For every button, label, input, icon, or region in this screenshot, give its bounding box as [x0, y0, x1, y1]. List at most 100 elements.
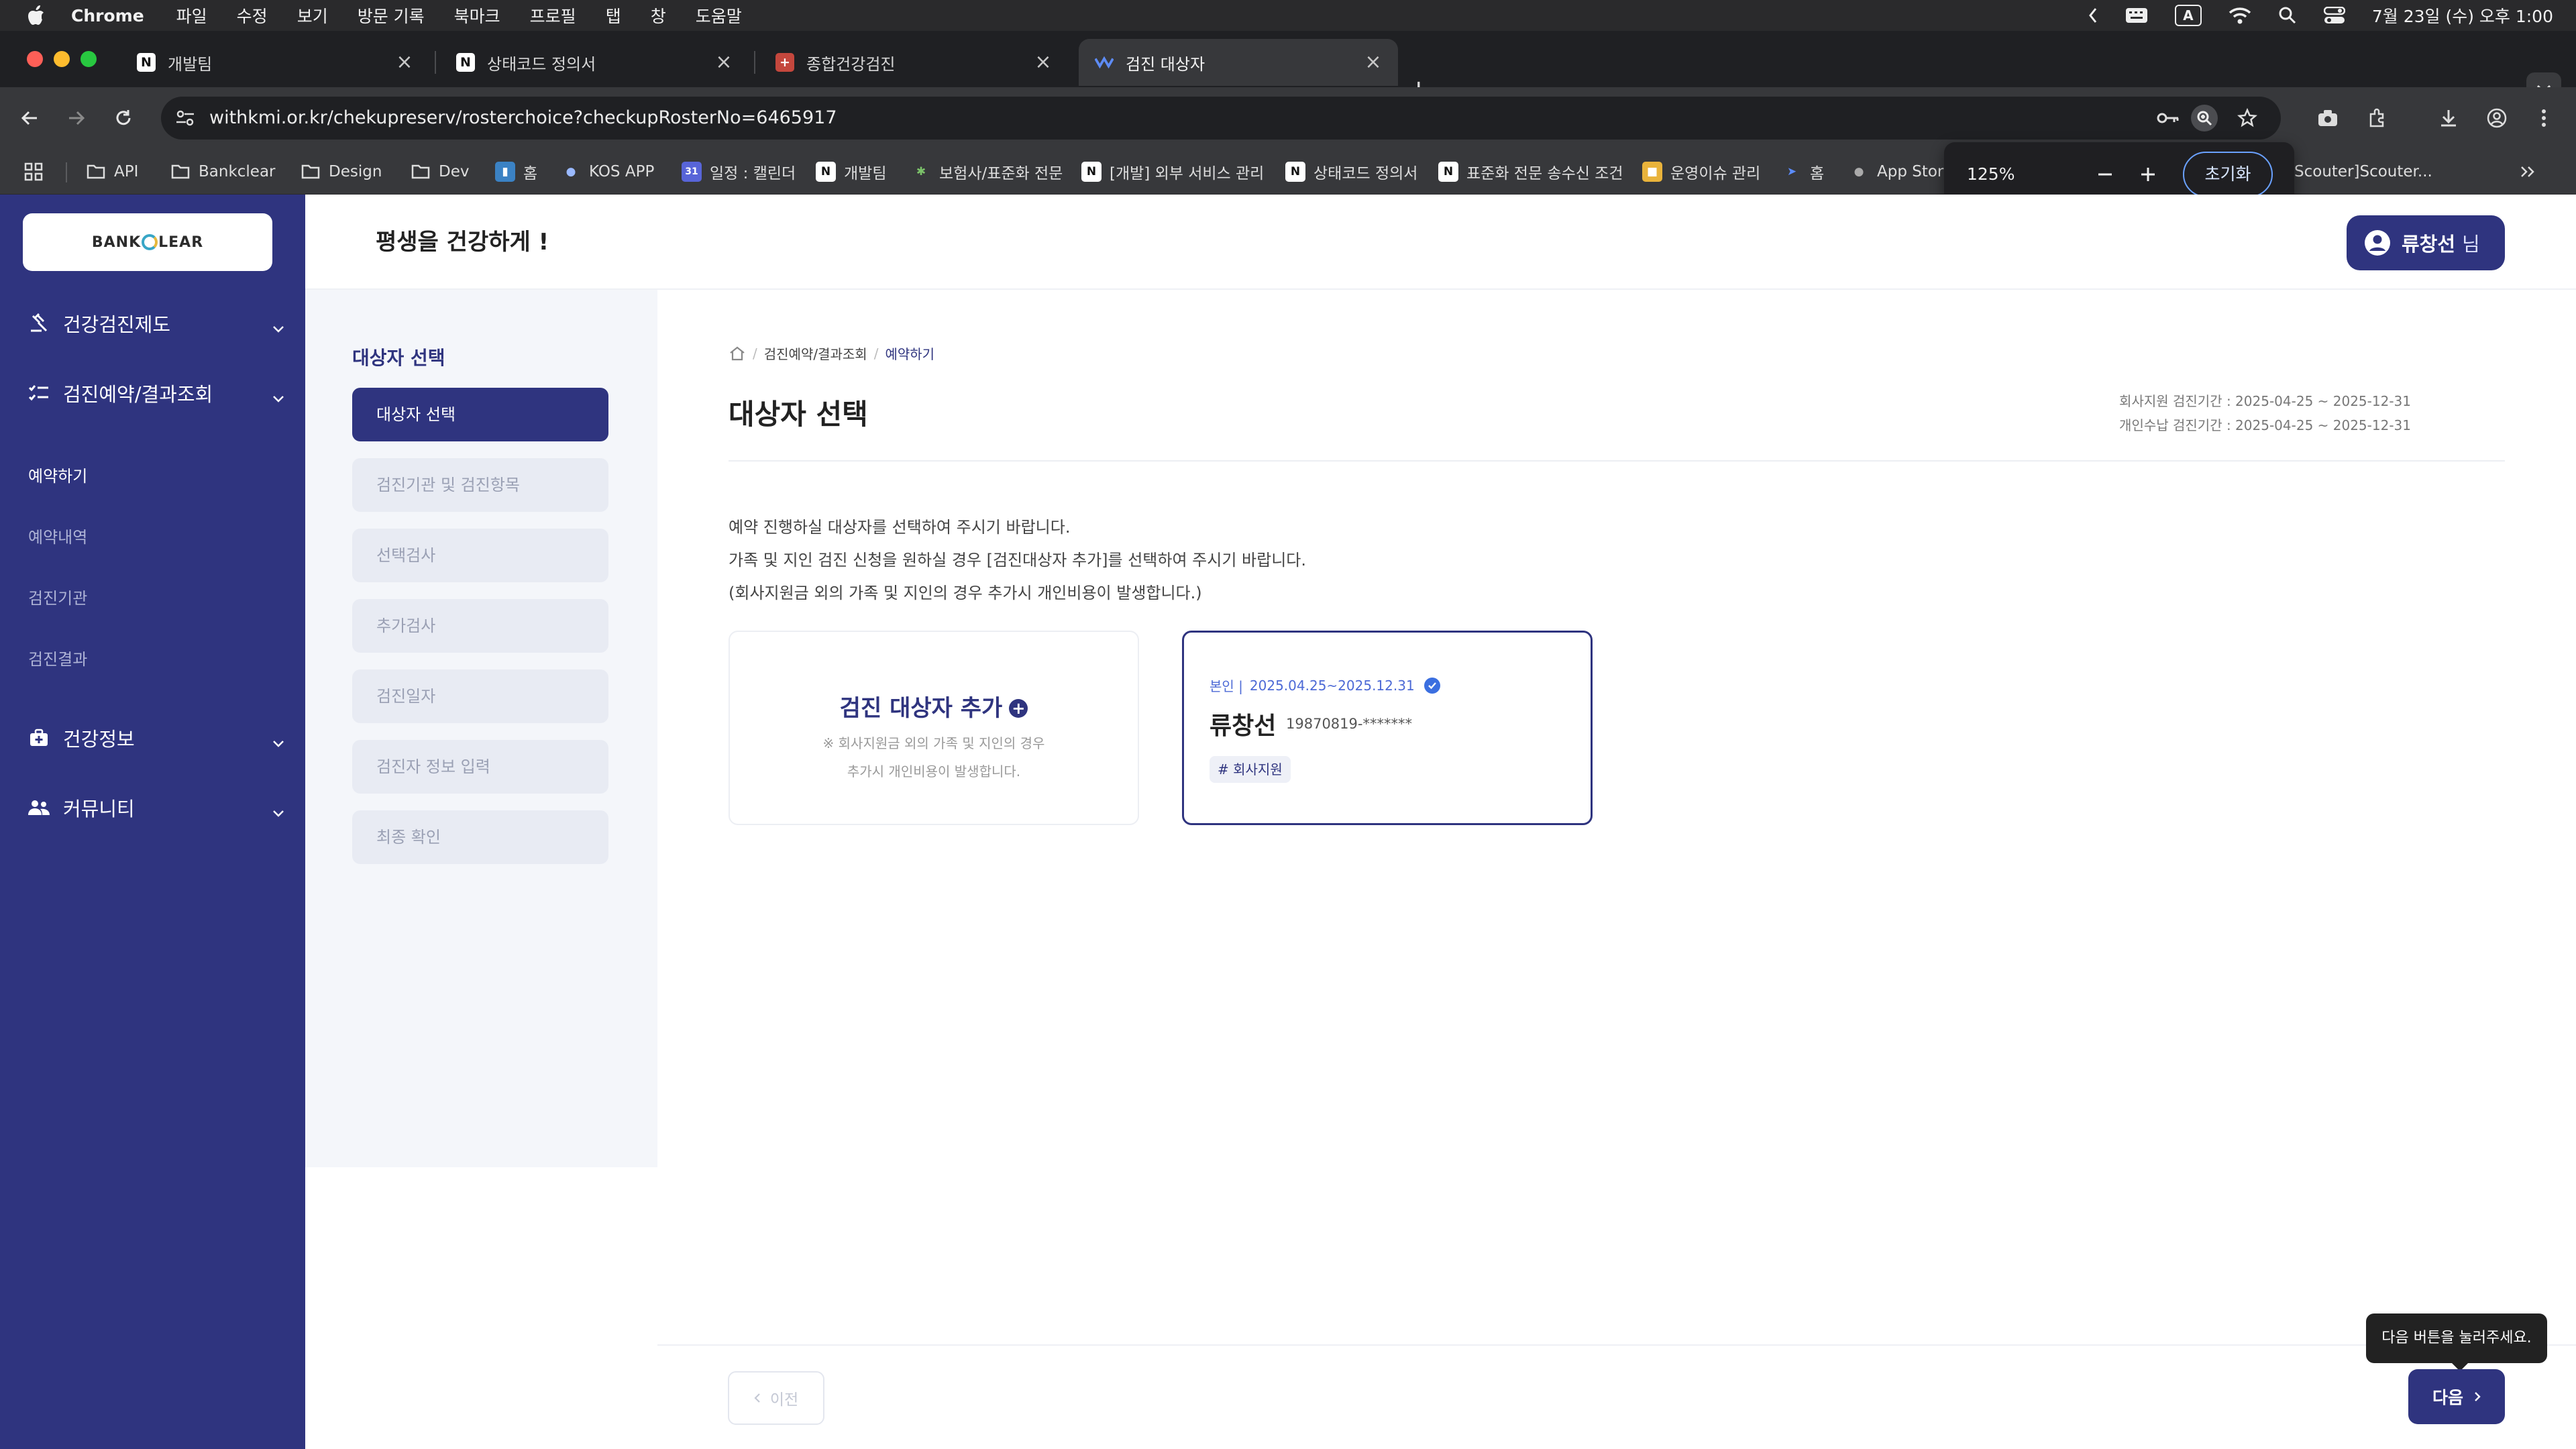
- tab-checkup-target[interactable]: 검진 대상자 ×: [1079, 39, 1398, 86]
- bookmark-folder-bankclear[interactable]: Bankclear: [170, 149, 276, 195]
- menubar-clock[interactable]: 7월 23일 (수) 오후 1:00: [2372, 3, 2553, 28]
- tab-status-code[interactable]: N 상태코드 정의서 ×: [440, 39, 749, 86]
- menu-profiles[interactable]: 프로필: [530, 3, 576, 28]
- menu-history[interactable]: 방문 기록: [358, 3, 425, 28]
- bookmark-dev-team[interactable]: N 개발팀: [816, 149, 886, 195]
- bookmark-insurer-standard[interactable]: ✱ 보험사/표준화 전문: [911, 149, 1063, 195]
- window-close-button[interactable]: [27, 51, 43, 67]
- self-target-card[interactable]: 본인 | 2025.04.25~2025.12.31 류창선 19870819-…: [1182, 631, 1593, 825]
- bookmark-folder-dev[interactable]: Dev: [411, 149, 469, 195]
- bookmark-calendar[interactable]: 31 일정 : 캘린더: [682, 149, 796, 195]
- bookmark-app-store[interactable]: ● App Stor: [1849, 149, 1944, 195]
- next-button[interactable]: 다음: [2408, 1369, 2505, 1424]
- bookmark-status-code[interactable]: N 상태코드 정의서: [1285, 149, 1417, 195]
- home-icon[interactable]: [729, 345, 746, 362]
- sidebar-sub-reservation-history[interactable]: 예약내역: [28, 524, 87, 547]
- search-icon[interactable]: [2278, 6, 2297, 25]
- bookmark-label: 운영이슈 관리: [1670, 165, 1761, 182]
- close-icon[interactable]: ×: [1033, 52, 1053, 72]
- step-institution-items[interactable]: 검진기관 및 검진항목: [352, 458, 608, 512]
- reload-icon[interactable]: [111, 106, 136, 130]
- apple-menu-icon[interactable]: [24, 3, 48, 28]
- bookmark-home-2[interactable]: ➤ 홈: [1782, 149, 1824, 195]
- camera-icon[interactable]: [2314, 105, 2341, 131]
- footer-divider: [657, 1344, 2576, 1346]
- bookmark-ops-issues[interactable]: ■ 운영이슈 관리: [1642, 149, 1760, 195]
- user-menu-button[interactable]: 류창선 님: [2347, 215, 2505, 270]
- tab-dev-team[interactable]: N 개발팀 ×: [121, 39, 429, 86]
- chrome-menu-icon[interactable]: [2530, 105, 2557, 131]
- checklist-icon: [27, 381, 51, 405]
- step-target-selection[interactable]: 대상자 선택: [352, 388, 608, 441]
- password-key-icon[interactable]: [2155, 105, 2182, 131]
- bookmark-icon: ➤: [1786, 165, 1797, 178]
- back-arrow-icon[interactable]: [17, 106, 42, 130]
- breadcrumb-item[interactable]: 검진예약/결과조회: [764, 343, 867, 363]
- window-minimize-button[interactable]: [54, 51, 70, 67]
- bookmark-folder-design[interactable]: Design: [301, 149, 382, 195]
- keyboard-icon[interactable]: [2125, 7, 2148, 23]
- sidebar-sub-results[interactable]: 검진결과: [28, 646, 87, 669]
- bookmark-kos-app[interactable]: ● KOS APP: [561, 149, 655, 195]
- window-zoom-button[interactable]: [80, 51, 97, 67]
- input-source-icon[interactable]: A: [2174, 5, 2202, 26]
- control-center-icon[interactable]: [2323, 7, 2345, 24]
- menu-edit[interactable]: 수정: [237, 3, 268, 28]
- zoom-icon[interactable]: [2191, 105, 2218, 131]
- step-optional-tests[interactable]: 선택검사: [352, 529, 608, 582]
- wifi-icon[interactable]: [2229, 7, 2251, 24]
- bankclear-logo[interactable]: BANK LEAR: [23, 213, 272, 271]
- zoom-in-plus-icon[interactable]: [2136, 162, 2160, 186]
- bookmark-folder-api[interactable]: API: [86, 149, 138, 195]
- menu-tab[interactable]: 탭: [606, 3, 621, 28]
- more-bookmarks-chevron-icon[interactable]: [2520, 149, 2536, 195]
- menu-window[interactable]: 창: [651, 3, 666, 28]
- menu-file[interactable]: 파일: [176, 3, 207, 28]
- url-text[interactable]: withkmi.or.kr/chekupreserv/rosterchoice?…: [209, 97, 837, 140]
- tab-health-checkup[interactable]: + 종합건강검진 ×: [759, 39, 1068, 86]
- tab-title: 검진 대상자: [1126, 54, 1205, 74]
- sidebar-sub-reserve[interactable]: 예약하기: [28, 463, 87, 486]
- chevron-left-icon[interactable]: [2088, 7, 2098, 24]
- step-additional-tests[interactable]: 추가검사: [352, 599, 608, 653]
- menu-help[interactable]: 도움말: [696, 3, 742, 28]
- menu-bookmarks[interactable]: 북마크: [454, 3, 500, 28]
- previous-button[interactable]: 이전: [728, 1371, 824, 1425]
- sidebar-sub-institutions[interactable]: 검진기관: [28, 585, 87, 608]
- close-icon[interactable]: ×: [714, 52, 734, 72]
- step-final-confirm[interactable]: 최종 확인: [352, 810, 608, 864]
- bookmark-standard-conditions[interactable]: N 표준화 전문 송수신 조건: [1438, 149, 1623, 195]
- bookmark-home[interactable]: ▮ 홈: [495, 149, 537, 195]
- close-icon[interactable]: ×: [394, 52, 415, 72]
- sidebar-item-label: 건강검진제도: [63, 313, 171, 336]
- forward-arrow-icon[interactable]: [64, 106, 89, 130]
- profile-icon[interactable]: [2483, 105, 2510, 131]
- zoom-out-minus-icon[interactable]: [2093, 162, 2117, 186]
- step-checkup-date[interactable]: 검진일자: [352, 669, 608, 723]
- extensions-icon[interactable]: [2364, 105, 2391, 131]
- sidebar-item-health-info[interactable]: 건강정보: [27, 724, 288, 751]
- download-icon[interactable]: [2435, 105, 2462, 131]
- site-settings-icon[interactable]: [174, 107, 196, 131]
- bookmark-scouter[interactable]: Scouter]Scouter...: [2294, 149, 2432, 195]
- step-patient-info[interactable]: 검진자 정보 입력: [352, 740, 608, 794]
- close-icon[interactable]: ×: [1363, 52, 1383, 72]
- sidebar-item-community[interactable]: 커뮤니티: [27, 794, 288, 821]
- apps-grid-icon[interactable]: [24, 149, 43, 195]
- address-bar[interactable]: withkmi.or.kr/chekupreserv/rosterchoice?…: [161, 97, 2281, 140]
- user-name: 류창선: [2402, 233, 2456, 256]
- sidebar-item-health-checkup-system[interactable]: 건강검진제도: [27, 310, 288, 337]
- sidebar-item-reservation-results[interactable]: 검진예약/결과조회: [27, 380, 288, 407]
- add-target-card[interactable]: 검진 대상자 추가 + ※ 회사지원금 외의 가족 및 지인의 경우 추가시 개인…: [729, 631, 1139, 825]
- bookmark-external-service[interactable]: N [개발] 외부 서비스 관리: [1081, 149, 1264, 195]
- menu-app-name[interactable]: Chrome: [71, 6, 144, 25]
- bookmark-label: Design: [329, 163, 382, 180]
- user-avatar-icon: [2364, 229, 2391, 256]
- bookmark-divider: [66, 162, 67, 182]
- menu-view[interactable]: 보기: [297, 3, 328, 28]
- apple-icon: ●: [1854, 165, 1864, 178]
- medical-bag-icon: [27, 726, 51, 750]
- bookmark-star-icon[interactable]: [2234, 105, 2261, 131]
- zoom-reset-button[interactable]: 초기화: [2183, 152, 2273, 197]
- target-meta: 본인 | 2025.04.25~2025.12.31: [1210, 676, 1440, 695]
